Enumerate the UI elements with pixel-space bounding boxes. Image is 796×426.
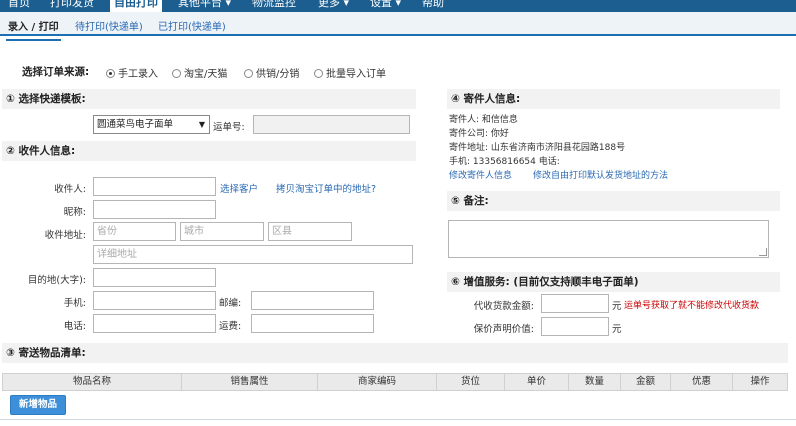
cod-amount-label: 代收货款金额: xyxy=(473,301,534,312)
tab-pending-print[interactable]: 待打印(快递单) xyxy=(75,18,143,33)
cod-warning-text: 运单号获取了就不能修改代收货款 xyxy=(624,301,760,311)
province-input[interactable]: 省份 xyxy=(93,222,176,241)
postcode-label: 邮编: xyxy=(219,298,242,309)
section-sender-header: ④ 寄件人信息: xyxy=(447,89,780,109)
radio-dot-icon xyxy=(172,69,181,78)
radio-label: 淘宝/天猫 xyxy=(184,69,228,80)
column-header-location: 货位 xyxy=(437,374,505,390)
section-receiver-header: ② 收件人信息: xyxy=(2,141,416,161)
mobile-label: 手机: xyxy=(63,298,86,309)
edit-sender-link[interactable]: 修改寄件人信息 xyxy=(449,168,512,181)
add-item-button[interactable]: 新增物品 xyxy=(10,395,66,415)
radio-dot-icon xyxy=(314,69,323,78)
radio-dot-icon xyxy=(244,69,253,78)
waybill-label: 运单号: xyxy=(213,122,245,133)
column-header-amount: 金额 xyxy=(621,374,671,390)
receiver-name-label: 收件人: xyxy=(54,184,86,195)
section-template-header: ① 选择快递模板: xyxy=(2,89,416,109)
nav-item-other-platforms[interactable]: 其他平台 ▾ xyxy=(178,0,231,12)
nickname-label: 昵称: xyxy=(63,207,86,218)
radio-label: 批量导入订单 xyxy=(326,69,386,80)
column-header-unit-price: 单价 xyxy=(505,374,569,390)
insured-value-label: 保价声明价值: xyxy=(473,324,534,335)
nav-item-settings[interactable]: 设置 ▾ xyxy=(370,0,401,12)
column-header-discount: 优惠 xyxy=(671,374,733,390)
sender-contact-text: 手机: 13356816654 电话: xyxy=(449,157,560,167)
freight-input[interactable] xyxy=(251,314,374,333)
section-value-added-header: ⑥ 增值服务: (目前仅支持顺丰电子面单) xyxy=(447,272,780,292)
radio-dot-icon xyxy=(106,69,115,78)
nickname-input[interactable] xyxy=(93,200,216,219)
top-nav-bar: 首页 打印发货 自由打印 其他平台 ▾ 物流监控 更多 ▾ 设置 ▾ 帮助 xyxy=(0,0,796,12)
tab-entry-print[interactable]: 录入 / 打印 xyxy=(6,18,61,41)
destination-input[interactable] xyxy=(93,268,216,287)
column-header-merchant-code: 商家编码 xyxy=(318,374,437,390)
tab-printed[interactable]: 已打印(快递单) xyxy=(158,18,226,33)
section-remark-header: ⑤ 备注: xyxy=(447,191,780,211)
template-select-value: 圆通菜鸟电子面单 xyxy=(97,119,174,130)
template-select[interactable]: 圆通菜鸟电子面单 ▼ xyxy=(93,115,210,134)
column-header-action: 操作 xyxy=(750,376,770,387)
radio-label: 供销/分销 xyxy=(256,69,300,80)
column-header-sales-attr: 销售属性 xyxy=(182,374,318,390)
nav-item-print-ship[interactable]: 打印发货 xyxy=(50,0,94,12)
radio-supply-distribution[interactable]: 供销/分销 xyxy=(244,65,299,80)
sender-company-text: 寄件公司: 你好 xyxy=(449,129,509,139)
remark-textarea[interactable] xyxy=(448,220,769,258)
receiver-name-input[interactable] xyxy=(93,177,216,196)
sub-tab-bar: 录入 / 打印 待打印(快递单) 已打印(快递单) xyxy=(0,12,796,41)
phone-input[interactable] xyxy=(93,314,216,333)
sender-address-text: 寄件地址: 山东省济南市济阳县花园路188号 xyxy=(449,143,626,153)
nav-item-help[interactable]: 帮助 xyxy=(422,0,444,12)
address-label: 收件地址: xyxy=(44,230,86,241)
radio-batch-import[interactable]: 批量导入订单 xyxy=(314,65,386,80)
postcode-input[interactable] xyxy=(251,291,374,310)
resize-grip-icon[interactable] xyxy=(759,248,767,256)
nav-item-logistics[interactable]: 物流监控 xyxy=(252,0,296,12)
phone-label: 电话: xyxy=(63,321,86,332)
radio-label: 手工录入 xyxy=(118,69,158,80)
copy-taobao-address-link[interactable]: 拷贝淘宝订单中的地址? xyxy=(276,181,376,195)
radio-taobao-tmall[interactable]: 淘宝/天猫 xyxy=(172,65,227,80)
nav-item-home[interactable]: 首页 xyxy=(8,0,30,12)
destination-label: 目的地(大字): xyxy=(27,275,86,286)
order-source-label: 选择订单来源: xyxy=(22,66,90,78)
goods-table-header: 物品名称 销售属性 商家编码 货位 单价 数量 金额 优惠 操作 xyxy=(2,373,788,391)
nav-item-free-print[interactable]: 自由打印 xyxy=(110,0,162,12)
insured-unit: 元 xyxy=(612,324,622,335)
edit-default-address-link[interactable]: 修改自由打印默认发货地址的方法 xyxy=(533,168,668,181)
cod-amount-input[interactable] xyxy=(541,294,609,313)
radio-manual-entry[interactable]: 手工录入 xyxy=(106,65,158,80)
section-goods-header: ③ 寄送物品清单: xyxy=(2,343,788,363)
city-input[interactable]: 城市 xyxy=(180,222,264,241)
waybill-input[interactable] xyxy=(253,115,410,134)
column-header-item-name: 物品名称 xyxy=(3,374,182,390)
cod-unit: 元 xyxy=(612,301,622,312)
sender-name-text: 寄件人: 和信信息 xyxy=(449,115,518,125)
district-input[interactable]: 区县 xyxy=(268,222,352,241)
dropdown-caret-icon: ▼ xyxy=(198,120,205,129)
column-header-quantity: 数量 xyxy=(569,374,621,390)
freight-label: 运费: xyxy=(219,321,242,332)
bottom-divider xyxy=(0,419,796,420)
nav-item-more[interactable]: 更多 ▾ xyxy=(318,0,349,12)
mobile-input[interactable] xyxy=(93,291,216,310)
detail-address-input[interactable]: 详细地址 xyxy=(93,245,413,264)
choose-customer-link[interactable]: 选择客户 xyxy=(220,181,258,195)
insured-value-input[interactable] xyxy=(541,317,609,336)
